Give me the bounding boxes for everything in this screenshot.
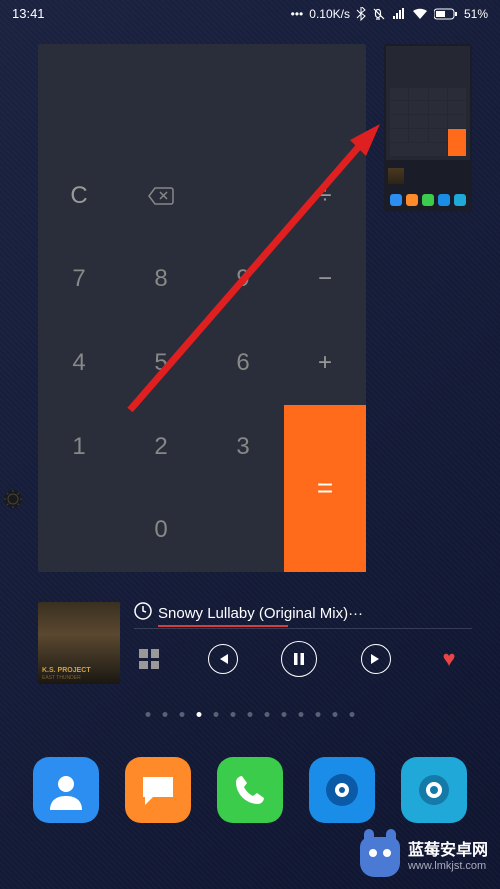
dock-camera-app[interactable] xyxy=(401,757,467,823)
page-indicator[interactable] xyxy=(146,712,355,717)
calc-minus-button[interactable]: − xyxy=(284,238,366,322)
mute-icon xyxy=(372,7,386,21)
watermark: 蓝莓安卓网 www.lmkjst.com xyxy=(360,837,488,877)
calc-4-button[interactable]: 4 xyxy=(38,321,120,405)
calc-6-button[interactable]: 6 xyxy=(202,321,284,405)
page-dot[interactable] xyxy=(231,712,236,717)
page-dot[interactable] xyxy=(299,712,304,717)
calc-divide-button[interactable]: ÷ xyxy=(284,154,366,238)
grid-icon xyxy=(139,649,159,669)
calc-plus-button[interactable]: + xyxy=(284,321,366,405)
page-dot[interactable] xyxy=(350,712,355,717)
previous-track-button[interactable] xyxy=(208,644,238,674)
net-speed: 0.10K/s xyxy=(309,7,350,21)
dock-messages-app[interactable] xyxy=(125,757,191,823)
watermark-title: 蓝莓安卓网 xyxy=(408,842,488,860)
page-dot[interactable] xyxy=(282,712,287,717)
calc-clear-button[interactable]: C xyxy=(38,154,120,238)
dock-browser-app[interactable] xyxy=(309,757,375,823)
status-bar: 13:41 ••• 0.10K/s 51% xyxy=(0,0,500,27)
page-dot[interactable] xyxy=(214,712,219,717)
calc-equals-button[interactable]: = xyxy=(284,405,366,572)
play-pause-button[interactable] xyxy=(281,641,317,677)
calc-0-button[interactable]: 0 xyxy=(38,488,284,572)
page-dot[interactable] xyxy=(197,712,202,717)
page-dot[interactable] xyxy=(248,712,253,717)
preview-dock xyxy=(386,190,470,210)
status-right: ••• 0.10K/s 51% xyxy=(291,7,488,21)
page-dot[interactable] xyxy=(163,712,168,717)
calculator-keypad: C ÷ 7 8 9 − 4 5 6 + 1 2 3 = 0 xyxy=(38,154,366,572)
song-title: Snowy Lullaby (Original Mix)··· xyxy=(158,605,363,622)
wifi-icon xyxy=(412,8,428,20)
page-dot[interactable] xyxy=(333,712,338,717)
preview-music xyxy=(386,162,470,190)
next-track-button[interactable] xyxy=(361,644,391,674)
preview-thumbnail-panel[interactable] xyxy=(384,44,472,212)
page-dot[interactable] xyxy=(316,712,321,717)
battery-icon xyxy=(434,8,458,20)
page-dot[interactable] xyxy=(180,712,185,717)
favorite-button[interactable]: ♥ xyxy=(434,644,464,674)
calc-3-button[interactable]: 3 xyxy=(202,405,284,489)
calc-9-button[interactable]: 9 xyxy=(202,238,284,322)
calc-2-button[interactable]: 2 xyxy=(120,405,202,489)
calculator-widget[interactable]: C ÷ 7 8 9 − 4 5 6 + 1 2 3 = 0 xyxy=(38,44,366,572)
watermark-mascot-icon xyxy=(360,837,400,877)
music-controls: ♥ xyxy=(134,641,472,677)
watermark-url: www.lmkjst.com xyxy=(408,860,488,872)
album-artist-label: K.S. PROJECT xyxy=(42,667,91,674)
dock-contacts-app[interactable] xyxy=(33,757,99,823)
calculator-display xyxy=(38,44,366,154)
page-dot[interactable] xyxy=(265,712,270,717)
heart-icon: ♥ xyxy=(442,646,455,672)
music-player-widget: K.S. PROJECT EAST THUNDER Snowy Lullaby … xyxy=(38,602,472,692)
status-time: 13:41 xyxy=(12,6,45,21)
preview-calculator xyxy=(386,46,470,160)
album-sublabel: EAST THUNDER xyxy=(42,675,81,681)
calc-empty xyxy=(202,154,284,238)
more-dots-icon: ••• xyxy=(291,7,304,21)
skip-forward-icon xyxy=(370,653,382,665)
playlist-grid-button[interactable] xyxy=(134,644,164,674)
pause-icon xyxy=(292,652,306,666)
camera-edge-icon[interactable] xyxy=(2,488,24,510)
calc-8-button[interactable]: 8 xyxy=(120,238,202,322)
signal-icon xyxy=(392,8,406,20)
calc-7-button[interactable]: 7 xyxy=(38,238,120,322)
calc-1-button[interactable]: 1 xyxy=(38,405,120,489)
calc-backspace-button[interactable] xyxy=(120,154,202,238)
dock-phone-app[interactable] xyxy=(217,757,283,823)
album-art[interactable]: K.S. PROJECT EAST THUNDER xyxy=(38,602,120,684)
dock xyxy=(0,757,500,823)
calc-5-button[interactable]: 5 xyxy=(120,321,202,405)
battery-percent: 51% xyxy=(464,7,488,21)
skip-back-icon xyxy=(217,653,229,665)
song-title-row[interactable]: Snowy Lullaby (Original Mix)··· xyxy=(134,602,472,629)
page-dot[interactable] xyxy=(146,712,151,717)
music-app-icon xyxy=(134,602,152,624)
bluetooth-icon xyxy=(356,7,366,21)
